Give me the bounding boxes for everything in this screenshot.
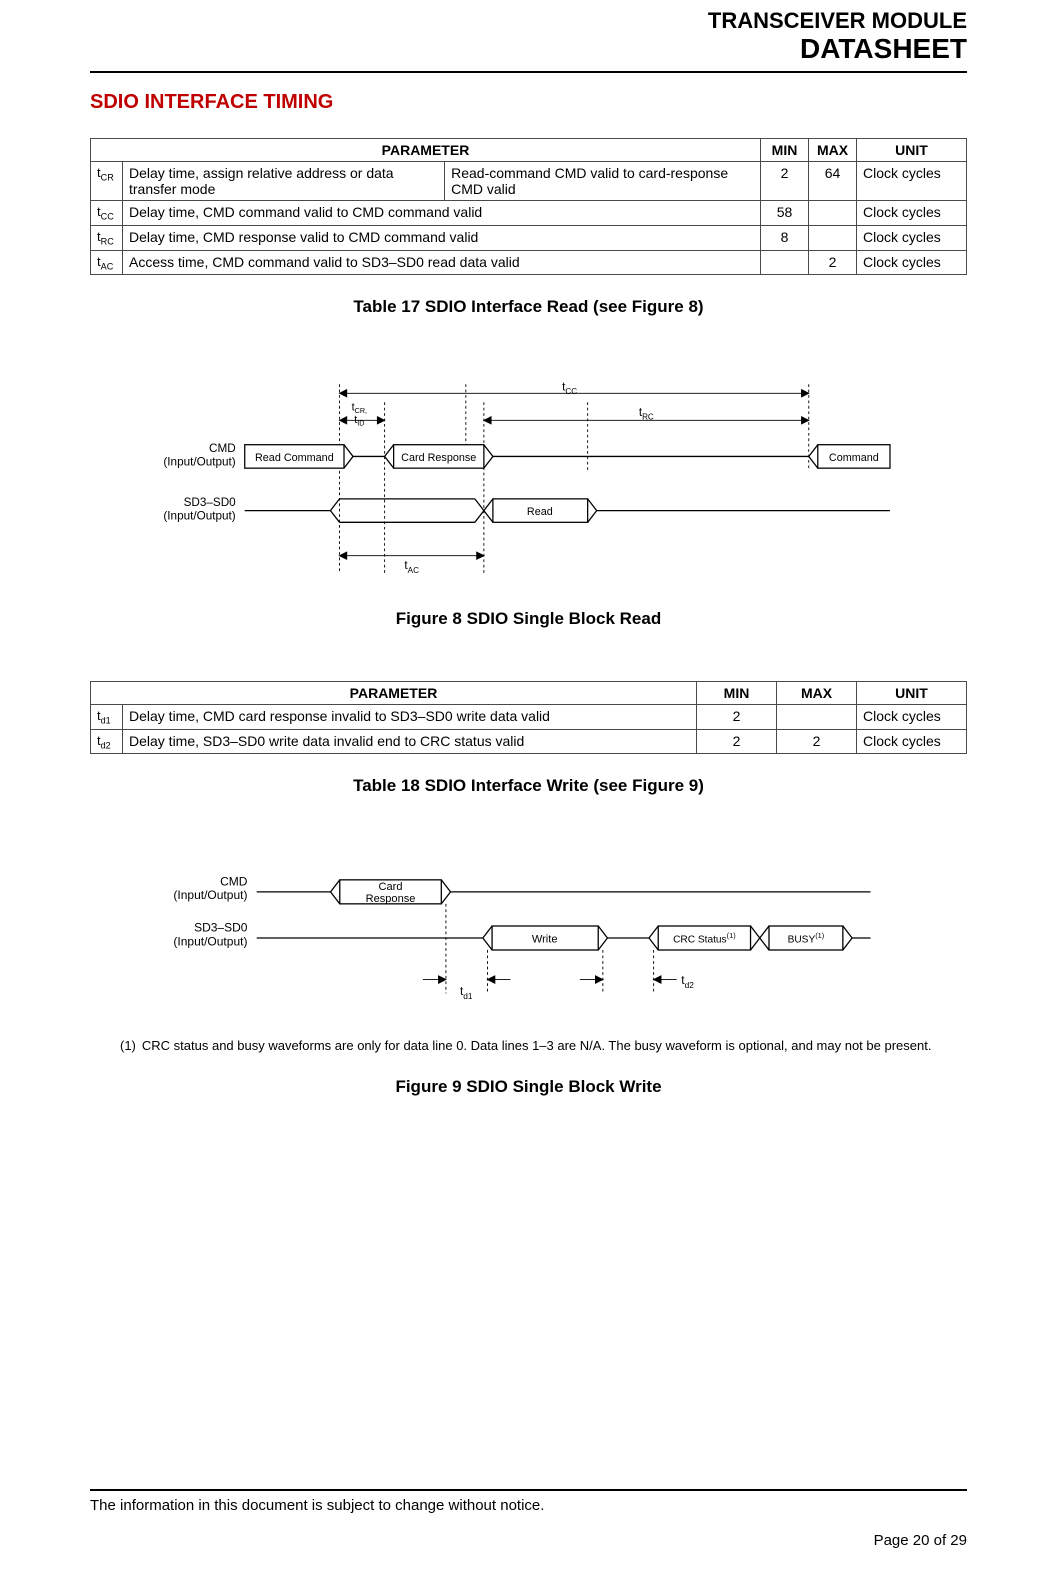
label-sd-io: (Input/Output) <box>163 510 235 523</box>
label-td2: td2 <box>681 974 694 991</box>
label-command: Command <box>828 452 878 464</box>
label-cmd: CMD <box>220 875 248 889</box>
symbol-cell: tCC <box>91 201 123 226</box>
label-read: Read <box>526 506 552 518</box>
footer-area: The information in this document is subj… <box>90 1449 967 1549</box>
footer-rule <box>90 1489 967 1491</box>
desc-cell: Access time, CMD command valid to SD3–SD… <box>123 250 761 275</box>
label-write: Write <box>531 934 557 946</box>
symbol-cell: tRC <box>91 226 123 251</box>
max-cell: 2 <box>777 729 857 754</box>
table-row: tCR Delay time, assign relative address … <box>91 162 967 201</box>
desc-cell: Delay time, CMD response valid to CMD co… <box>123 226 761 251</box>
label-sd: SD3–SD0 <box>194 921 248 935</box>
label-tcc: tCC <box>562 381 577 397</box>
th-max: MAX <box>809 139 857 162</box>
unit-cell: Clock cycles <box>857 705 967 730</box>
document-header: TRANSCEIVER MODULE DATASHEET <box>90 8 967 65</box>
symbol-cell: tAC <box>91 250 123 275</box>
min-cell: 2 <box>761 162 809 201</box>
label-td1: td1 <box>459 985 472 1002</box>
max-cell <box>809 226 857 251</box>
label-cmd: CMD <box>209 442 236 455</box>
table-row: tAC Access time, CMD command valid to SD… <box>91 250 967 275</box>
th-min: MIN <box>761 139 809 162</box>
label-card-resp-1: Card <box>378 881 402 893</box>
th-parameter: PARAMETER <box>91 682 697 705</box>
label-sd: SD3–SD0 <box>183 496 236 509</box>
table-row: td2 Delay time, SD3–SD0 write data inval… <box>91 729 967 754</box>
symbol-cell: td1 <box>91 705 123 730</box>
desc2-cell: Read-command CMD valid to card-response … <box>445 162 761 201</box>
table-18-caption: Table 18 SDIO Interface Write (see Figur… <box>90 776 967 796</box>
figure-9: CMD (Input/Output) SD3–SD0 (Input/Output… <box>169 858 889 1018</box>
label-sd-io: (Input/Output) <box>173 935 247 949</box>
th-min: MIN <box>697 682 777 705</box>
th-unit: UNIT <box>857 139 967 162</box>
max-cell: 2 <box>809 250 857 275</box>
table-row: tRC Delay time, CMD response valid to CM… <box>91 226 967 251</box>
label-read-command: Read Command <box>254 452 333 464</box>
unit-cell: Clock cycles <box>857 729 967 754</box>
th-parameter: PARAMETER <box>91 139 761 162</box>
footnote-text: CRC status and busy waveforms are only f… <box>142 1038 932 1055</box>
max-cell <box>809 201 857 226</box>
min-cell: 2 <box>697 705 777 730</box>
label-card-resp-2: Response <box>365 893 415 905</box>
label-trc: tRC <box>638 406 653 422</box>
unit-cell: Clock cycles <box>857 226 967 251</box>
label-cmd-io: (Input/Output) <box>163 456 235 469</box>
table-header-row: PARAMETER MIN MAX UNIT <box>91 682 967 705</box>
header-line1: TRANSCEIVER MODULE <box>90 8 967 33</box>
figure-8-caption: Figure 8 SDIO Single Block Read <box>90 609 967 629</box>
unit-cell: Clock cycles <box>857 250 967 275</box>
desc-cell: Delay time, CMD card response invalid to… <box>123 705 697 730</box>
max-cell: 64 <box>809 162 857 201</box>
label-tid: tID <box>354 414 364 428</box>
table-row: tCC Delay time, CMD command valid to CMD… <box>91 201 967 226</box>
desc-cell: Delay time, SD3–SD0 write data invalid e… <box>123 729 697 754</box>
label-tac: tAC <box>404 560 419 576</box>
footnote-num: (1) <box>120 1038 136 1055</box>
figure-8-wrap: tCC tCR, tID tRC CMD (Input/Output) <box>90 379 967 579</box>
min-cell <box>761 250 809 275</box>
section-title: SDIO INTERFACE TIMING <box>90 91 967 114</box>
table-header-row: PARAMETER MIN MAX UNIT <box>91 139 967 162</box>
desc-cell: Delay time, CMD command valid to CMD com… <box>123 201 761 226</box>
page-number: Page 20 of 29 <box>90 1532 967 1549</box>
page: TRANSCEIVER MODULE DATASHEET SDIO INTERF… <box>0 0 1057 1569</box>
header-rule <box>90 71 967 73</box>
symbol-cell: tCR <box>91 162 123 201</box>
figure-9-wrap: CMD (Input/Output) SD3–SD0 (Input/Output… <box>90 858 967 1018</box>
min-cell: 58 <box>761 201 809 226</box>
figure-9-footnote: (1) CRC status and busy waveforms are on… <box>120 1038 937 1055</box>
desc-cell: Delay time, assign relative address or d… <box>123 162 445 201</box>
table-row: td1 Delay time, CMD card response invali… <box>91 705 967 730</box>
footer-note: The information in this document is subj… <box>90 1497 967 1514</box>
unit-cell: Clock cycles <box>857 201 967 226</box>
table-17-caption: Table 17 SDIO Interface Read (see Figure… <box>90 297 967 317</box>
th-unit: UNIT <box>857 682 967 705</box>
th-max: MAX <box>777 682 857 705</box>
max-cell <box>777 705 857 730</box>
figure-9-caption: Figure 9 SDIO Single Block Write <box>90 1077 967 1097</box>
header-line2: DATASHEET <box>90 33 967 65</box>
label-card-response: Card Response <box>401 452 476 464</box>
label-tcr: tCR, <box>351 402 366 416</box>
table-18: PARAMETER MIN MAX UNIT td1 Delay time, C… <box>90 681 967 754</box>
figure-8: tCC tCR, tID tRC CMD (Input/Output) <box>159 379 899 579</box>
symbol-cell: td2 <box>91 729 123 754</box>
label-cmd-io: (Input/Output) <box>173 889 247 903</box>
table-17: PARAMETER MIN MAX UNIT tCR Delay time, a… <box>90 138 967 275</box>
unit-cell: Clock cycles <box>857 162 967 201</box>
min-cell: 8 <box>761 226 809 251</box>
min-cell: 2 <box>697 729 777 754</box>
